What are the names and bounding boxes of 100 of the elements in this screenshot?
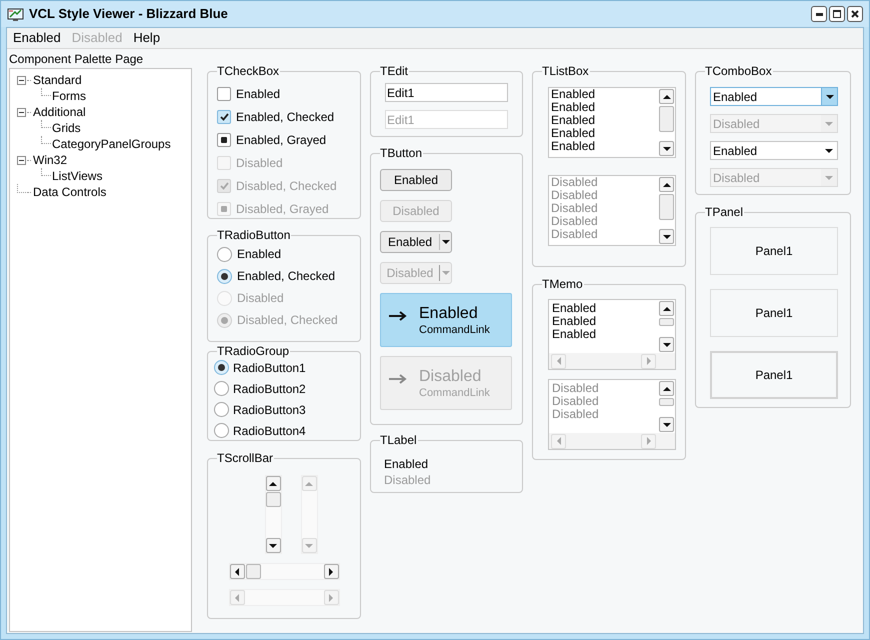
- check-icon: [220, 112, 228, 120]
- checkbox-label: Disabled: [236, 154, 283, 172]
- radio-button[interactable]: [217, 246, 232, 262]
- scroll-down-button[interactable]: [659, 337, 674, 352]
- radio-button[interactable]: [214, 360, 229, 375]
- checkbox[interactable]: [217, 86, 231, 100]
- panel: Panel1: [710, 227, 838, 275]
- tree-item[interactable]: Standard: [32, 71, 83, 89]
- list-item[interactable]: Enabled: [551, 114, 658, 127]
- radio-button[interactable]: [214, 423, 229, 438]
- vertical-scrollbar[interactable]: [264, 475, 282, 554]
- collapse-icon[interactable]: [17, 156, 26, 164]
- down-arrow-icon: [825, 174, 833, 180]
- scroll-up-button[interactable]: [659, 301, 674, 316]
- minimize-icon: [816, 12, 822, 16]
- collapse-icon[interactable]: [17, 108, 26, 116]
- text-label: Disabled: [384, 472, 432, 488]
- list-item[interactable]: Enabled: [551, 127, 658, 140]
- tree-item[interactable]: Grids: [51, 119, 82, 137]
- up-arrow-icon: [662, 306, 670, 312]
- scroll-down-button[interactable]: [659, 141, 674, 156]
- menu-item[interactable]: Enabled: [9, 28, 65, 48]
- scroll-right-button[interactable]: [324, 564, 338, 579]
- scroll-left-button[interactable]: [230, 564, 244, 579]
- split-button[interactable]: Enabled: [380, 231, 452, 253]
- right-arrow-icon: [328, 594, 334, 602]
- scroll-up-button[interactable]: [659, 89, 674, 104]
- scroll-thumb[interactable]: [659, 318, 674, 326]
- minimize-button[interactable]: [811, 6, 827, 22]
- tree-item[interactable]: CategoryPanelGroups: [51, 135, 172, 153]
- collapse-icon[interactable]: [17, 76, 26, 84]
- tree-item[interactable]: Forms: [51, 87, 87, 105]
- radio-label: Enabled, Checked: [237, 268, 336, 285]
- checkbox[interactable]: [217, 110, 231, 124]
- radio-label: Disabled, Checked: [237, 312, 338, 329]
- group-title: TComboBox: [705, 64, 773, 78]
- panel: Panel1: [710, 289, 838, 337]
- left-arrow-icon: [556, 357, 562, 365]
- group-title: TMemo: [542, 277, 584, 291]
- radio-label: Enabled: [237, 246, 282, 263]
- group-title: TRadioButton: [217, 228, 292, 242]
- memo-line: Enabled: [552, 302, 598, 315]
- group-title: TScrollBar: [217, 451, 274, 465]
- combo-box[interactable]: Enabled: [710, 87, 838, 106]
- scroll-down-button[interactable]: [266, 538, 280, 553]
- scroll-up-button[interactable]: [266, 476, 280, 491]
- memo-line: Disabled: [552, 382, 600, 395]
- scroll-thumb[interactable]: [266, 492, 280, 507]
- vertical-scrollbar[interactable]: [658, 88, 675, 157]
- group-title: TCheckBox: [217, 64, 280, 78]
- tree-item[interactable]: ListViews: [51, 167, 104, 185]
- checkbox-label: Enabled: [236, 86, 280, 102]
- up-arrow-icon: [305, 480, 313, 486]
- down-arrow-icon: [662, 422, 670, 428]
- left-arrow-icon: [234, 568, 240, 576]
- indeterminate-icon: [221, 206, 227, 212]
- panel: Panel1: [710, 351, 838, 399]
- group-title: TEdit: [380, 64, 410, 78]
- right-arrow-icon: [646, 437, 652, 445]
- checkbox-label: Disabled, Grayed: [236, 200, 329, 218]
- tree-item[interactable]: Data Controls: [32, 183, 108, 201]
- list-item[interactable]: Enabled: [551, 88, 658, 101]
- radio-button[interactable]: [217, 268, 232, 284]
- check-icon: [220, 182, 228, 190]
- horizontal-scrollbar[interactable]: [228, 563, 340, 580]
- memo-line: Disabled: [552, 408, 600, 421]
- memo-line: Enabled: [552, 328, 598, 341]
- menu-item[interactable]: Help: [129, 28, 164, 48]
- right-arrow-icon: [389, 374, 407, 384]
- checkbox[interactable]: [217, 132, 231, 146]
- combo-box[interactable]: Enabled: [710, 141, 838, 160]
- radio-label: RadioButton2: [233, 380, 306, 398]
- down-arrow-icon: [442, 270, 450, 276]
- tree-item[interactable]: Additional: [32, 103, 87, 121]
- scroll-thumb[interactable]: [246, 564, 260, 579]
- group-title: TListBox: [542, 64, 590, 78]
- group-title: TRadioGroup: [217, 344, 290, 358]
- text-field[interactable]: Edit1: [385, 83, 508, 102]
- checkbox-label: Enabled, Checked: [236, 108, 334, 126]
- maximize-button[interactable]: [829, 6, 845, 22]
- push-button[interactable]: Enabled: [380, 169, 452, 191]
- maximize-icon: [833, 10, 841, 18]
- left-arrow-icon: [556, 437, 562, 445]
- list-item[interactable]: Enabled: [551, 140, 658, 153]
- right-arrow-icon: [389, 311, 407, 321]
- up-arrow-icon: [662, 386, 670, 392]
- scroll-thumb[interactable]: [659, 106, 674, 132]
- radio-button[interactable]: [214, 402, 229, 417]
- close-button[interactable]: [847, 6, 863, 22]
- vertical-scrollbar[interactable]: [658, 300, 675, 353]
- radio-button[interactable]: [214, 381, 229, 396]
- down-arrow-icon: [662, 146, 670, 152]
- monitor-app-icon: [7, 6, 24, 22]
- group-title: TLabel: [380, 433, 418, 447]
- tree-item[interactable]: Win32: [32, 151, 68, 169]
- indeterminate-icon: [221, 136, 227, 142]
- down-arrow-icon: [826, 94, 834, 100]
- list-item[interactable]: Enabled: [551, 101, 658, 114]
- group-title: TButton: [380, 146, 424, 160]
- command-link-button[interactable]: Enabled CommandLink: [380, 293, 512, 347]
